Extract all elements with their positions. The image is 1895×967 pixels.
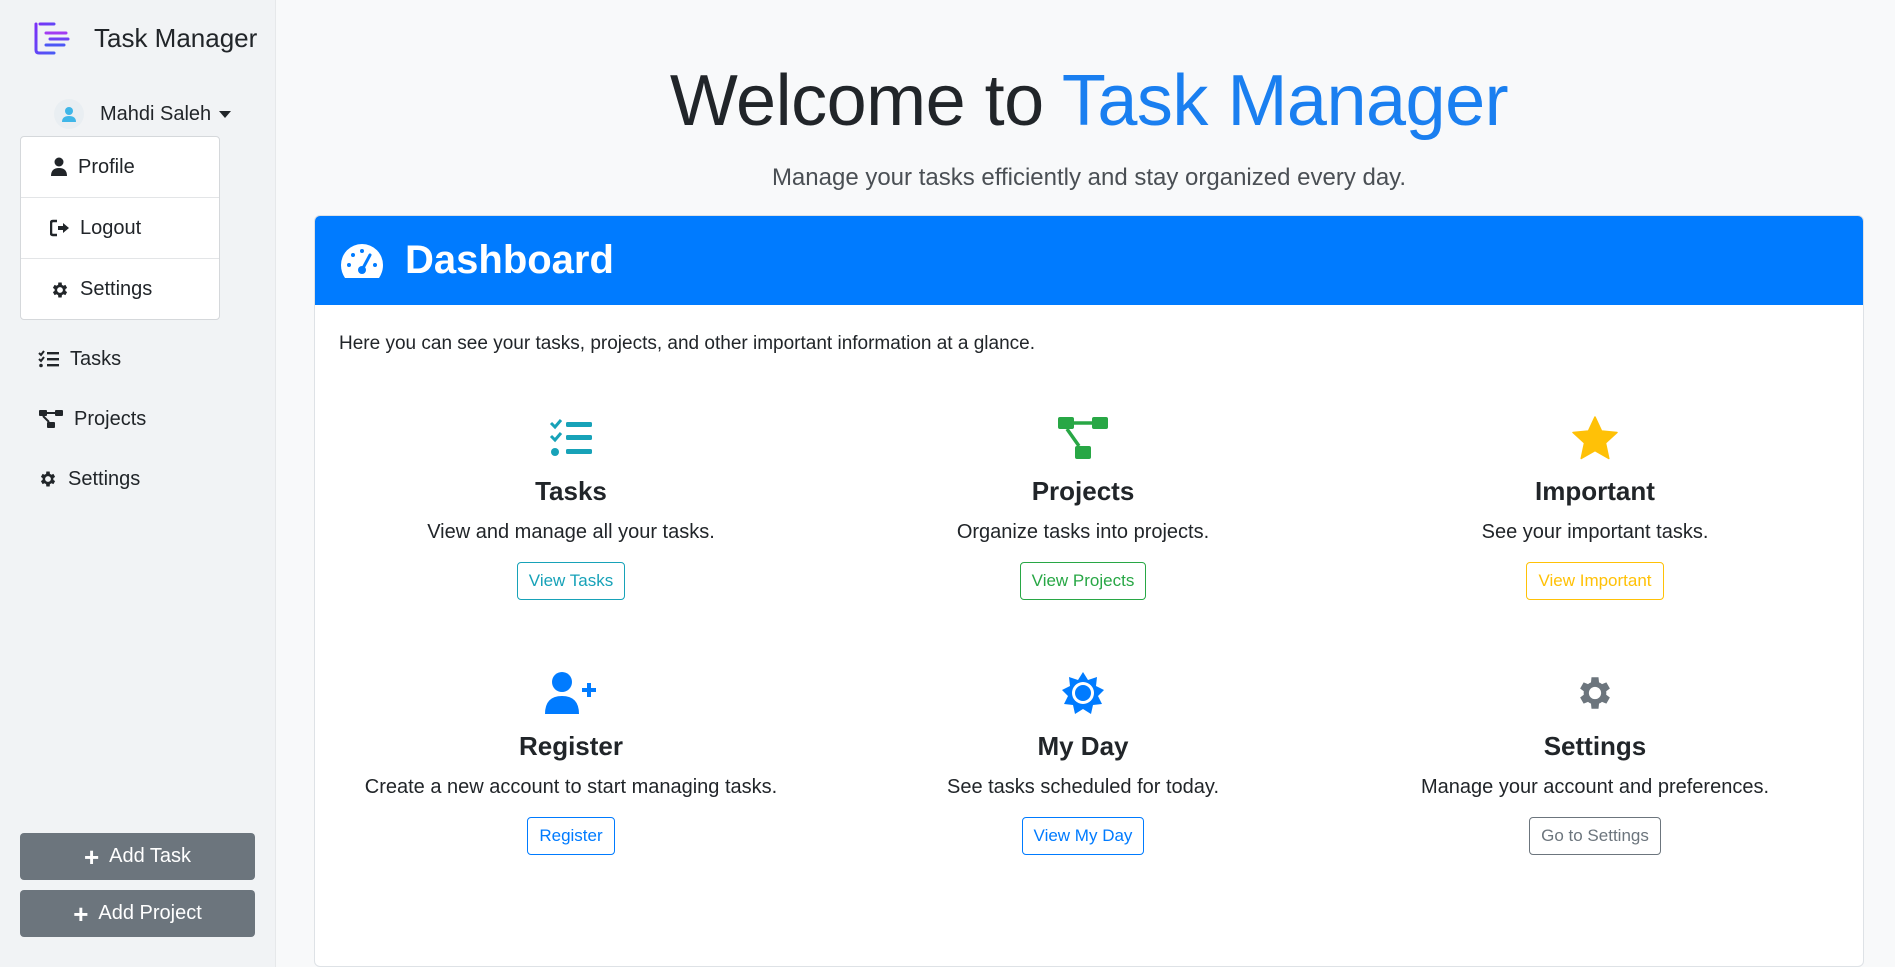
view-my-day-button[interactable]: View My Day [1021, 817, 1145, 855]
page-title-accent: Task Manager [1061, 61, 1509, 141]
gear-icon [52, 282, 68, 297]
sidebar-item-label: Projects [74, 407, 147, 430]
caret-down-icon [219, 110, 232, 118]
user-name: Mahdi Saleh [100, 102, 212, 125]
dropdown-item-label: Logout [80, 216, 142, 239]
go-to-settings-button[interactable]: Go to Settings [1529, 817, 1661, 855]
tasks-list-icon [38, 350, 59, 368]
user-plus-icon [545, 672, 596, 714]
view-projects-button[interactable]: View Projects [1019, 562, 1147, 600]
feature-description: See your important tasks. [1481, 521, 1709, 543]
sun-icon [1062, 672, 1104, 714]
dashboard-header: Dashboard [315, 216, 1863, 305]
feature-description: Create a new account to start managing t… [364, 776, 778, 798]
dropdown-item-settings[interactable]: Settings [21, 259, 219, 320]
feature-tasks: Tasks View and manage all your tasks. Vi… [315, 412, 827, 600]
user-dropdown-menu: Profile Logout Settings [20, 136, 220, 320]
dropdown-item-label: Profile [78, 155, 135, 178]
sidebar-item-projects[interactable]: Projects [38, 401, 146, 437]
feature-description: Manage your account and preferences. [1421, 776, 1769, 798]
dropdown-item-label: Settings [80, 278, 153, 300]
register-button[interactable]: Register [527, 817, 615, 855]
sidebar-item-settings[interactable]: Settings [38, 461, 140, 497]
star-icon [1572, 416, 1618, 460]
user-menu-toggle[interactable]: Mahdi Saleh [54, 98, 232, 130]
view-tasks-button[interactable]: View Tasks [516, 562, 626, 600]
feature-register: Register Create a new account to start m… [315, 667, 827, 855]
feature-my-day: My Day See tasks scheduled for today. Vi… [827, 667, 1339, 855]
gear-icon [1580, 677, 1610, 709]
feature-important: Important See your important tasks. View… [1339, 412, 1851, 600]
dashboard-intro: Here you can see your tasks, projects, a… [339, 333, 1035, 354]
dropdown-item-logout[interactable]: Logout [21, 198, 219, 259]
add-task-button[interactable]: + Add Task [20, 833, 255, 880]
feature-title: Important [1535, 476, 1655, 506]
brand[interactable]: Task Manager [32, 18, 257, 58]
feature-description: See tasks scheduled for today. [946, 776, 1219, 798]
sidebar-item-label: Settings [68, 467, 141, 490]
gear-icon [40, 471, 56, 487]
sign-out-icon [50, 219, 69, 237]
avatar [54, 99, 84, 129]
plus-icon: + [83, 841, 100, 872]
user-avatar-icon [62, 107, 76, 122]
sidebar-item-tasks[interactable]: Tasks [38, 341, 121, 377]
add-project-button[interactable]: + Add Project [20, 890, 255, 937]
task-manager-logo-icon [34, 22, 70, 55]
feature-title: Tasks [535, 476, 607, 506]
page-title-prefix: Welcome to [669, 61, 1062, 141]
feature-title: Settings [1543, 731, 1647, 761]
add-task-label: Add Task [109, 845, 192, 867]
user-icon [51, 157, 67, 176]
page-subtitle: Manage your tasks efficiently and stay o… [771, 164, 1407, 191]
brand-name: Task Manager [94, 22, 258, 53]
page-title: Welcome to Task Manager [314, 60, 1864, 142]
feature-title: Register [518, 731, 624, 761]
tasks-list-icon [549, 419, 592, 456]
project-diagram-icon [1058, 417, 1108, 459]
feature-title: Projects [1031, 476, 1135, 506]
view-important-button[interactable]: View Important [1526, 562, 1664, 600]
feature-description: Organize tasks into projects. [956, 521, 1210, 543]
project-diagram-icon [39, 410, 63, 428]
dashboard-title: Dashboard [405, 238, 614, 282]
dashboard-card: Dashboard Here you can see your tasks, p… [314, 215, 1864, 967]
sidebar: Task Manager Mahdi Saleh Profile Logout [0, 0, 276, 967]
dropdown-item-profile[interactable]: Profile [21, 137, 219, 198]
feature-projects: Projects Organize tasks into projects. V… [827, 412, 1339, 600]
tachometer-icon [341, 243, 383, 278]
sidebar-item-label: Tasks [70, 347, 122, 370]
feature-title: My Day [1037, 731, 1129, 761]
plus-icon: + [73, 898, 89, 929]
feature-settings: Settings Manage your account and prefere… [1339, 667, 1851, 855]
add-project-label: Add Project [98, 902, 202, 924]
feature-description: View and manage all your tasks. [427, 521, 715, 543]
